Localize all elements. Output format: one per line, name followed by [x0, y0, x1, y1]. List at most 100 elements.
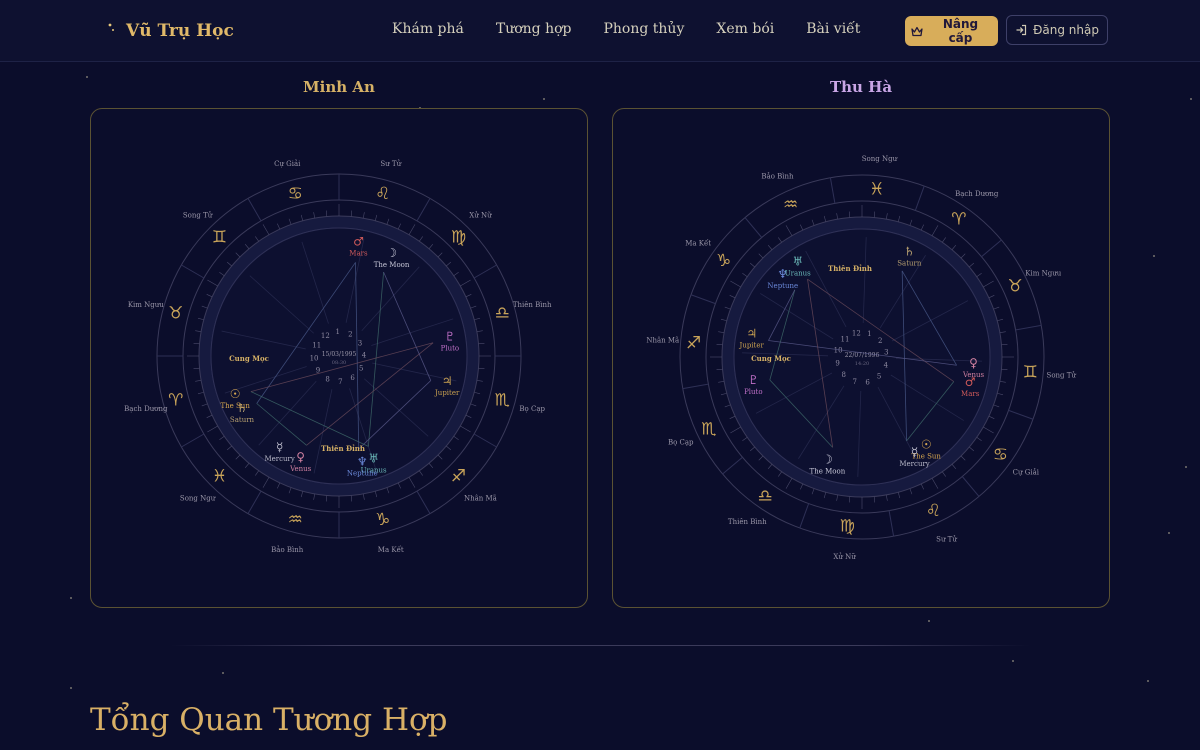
leo-icon: ♌ [926, 501, 941, 521]
degree-tick [419, 470, 423, 476]
degree-tick [811, 488, 815, 495]
aries-icon: ♈ [951, 210, 966, 230]
sign-name: Sư Tử [380, 159, 401, 168]
degree-tick [729, 415, 736, 419]
degree-tick [207, 279, 218, 287]
upgrade-label: Nâng cấp [942, 17, 979, 45]
house-number: 2 [348, 331, 352, 339]
degree-tick [193, 342, 200, 345]
degree-tick [988, 295, 995, 299]
planet-glyph[interactable]: ☉ [921, 438, 932, 452]
planet-glyph[interactable]: ☽ [386, 246, 397, 260]
degree-tick [453, 272, 459, 276]
sign-divider [1008, 409, 1034, 420]
degree-tick [219, 436, 225, 440]
nav-explore[interactable]: Khám phá [392, 21, 464, 37]
degree-tick [931, 478, 939, 489]
degree-tick [386, 218, 390, 225]
planet-glyph[interactable]: ☉ [230, 387, 241, 401]
house-number: 2 [878, 337, 882, 345]
degree-tick [244, 463, 250, 469]
degree-tick [386, 487, 390, 494]
birth-time: 14:20 [855, 361, 869, 367]
nav-compatibility[interactable]: Tương hợp [496, 21, 572, 37]
house-number: 6 [865, 378, 870, 386]
planet-glyph[interactable]: ♇ [445, 329, 456, 343]
degree-tick [288, 218, 292, 225]
planet-glyph[interactable]: ♃ [746, 327, 757, 341]
degree-tick [988, 415, 995, 419]
degree-tick [886, 494, 888, 501]
degree-tick [207, 425, 218, 433]
degree-tick [476, 380, 483, 382]
planet-glyph[interactable]: ☽ [822, 453, 833, 467]
nav-fortune[interactable]: Xem bói [716, 21, 774, 37]
planet-glyph[interactable]: ♀ [296, 450, 305, 464]
degree-tick [408, 224, 416, 235]
planet-glyph[interactable]: ♅ [368, 452, 379, 466]
natal-chart-card-a: ♋ Cự Giải ♌ Sư Tử ♍ Xử Nữ ♎ Thiên Bình ♏ Bọ Cạp ♐ N… [90, 108, 588, 608]
sign-divider [744, 217, 763, 238]
main-nav: Khám phá Tương hợp Phong thủy Xem bói Bà… [392, 21, 860, 37]
taurus-icon: ♉ [168, 303, 183, 323]
degree-tick [897, 215, 901, 222]
degree-tick [363, 212, 365, 219]
planet-name: Jupiter [434, 389, 460, 397]
degree-tick [474, 391, 481, 395]
sign-divider [247, 490, 262, 514]
planet-glyph[interactable]: ♅ [792, 254, 803, 268]
upgrade-button[interactable]: Nâng cấp [905, 16, 998, 46]
planet-glyph[interactable]: ♄ [904, 244, 915, 258]
degree-tick [969, 446, 975, 452]
planet-glyph[interactable]: ♃ [442, 374, 453, 388]
sign-divider [888, 510, 895, 537]
crown-icon [911, 26, 923, 36]
ascendant-label: Cung Mọc [751, 354, 791, 363]
sign-divider [981, 239, 1002, 258]
degree-tick [206, 294, 213, 298]
cancer-icon: ♋ [993, 445, 1008, 465]
planet-glyph[interactable]: ☿ [911, 445, 918, 459]
cancer-icon: ♋ [288, 184, 303, 204]
planet-name: Pluto [441, 344, 459, 352]
planet-glyph[interactable]: ♂ [353, 235, 364, 249]
planet-name: Saturn [897, 259, 922, 267]
capricorn-icon: ♑ [716, 251, 731, 271]
degree-tick [836, 213, 838, 220]
degree-tick [226, 261, 232, 267]
planet-glyph[interactable]: ♇ [748, 373, 759, 387]
planet-glyph[interactable]: ♆ [357, 455, 368, 469]
planet-glyph[interactable]: ♂ [965, 375, 976, 389]
login-button[interactable]: Đăng nhập [1006, 15, 1108, 45]
degree-tick [999, 331, 1006, 333]
planet-name: Mercury [264, 455, 294, 463]
house-number: 4 [884, 361, 889, 369]
nav-fengshui[interactable]: Phong thủy [604, 21, 685, 37]
sign-name: Cự Giải [1013, 468, 1040, 477]
sign-name: Bạch Dương [124, 405, 168, 413]
degree-tick [470, 305, 477, 309]
degree-tick [993, 404, 1000, 408]
gemini-icon: ♊ [212, 227, 227, 247]
sign-name: Ma Kết [378, 545, 404, 554]
planet-glyph[interactable]: ♀ [969, 356, 978, 370]
degree-tick [976, 273, 982, 277]
sign-name: Kim Ngưu [1025, 269, 1061, 277]
degree-tick [374, 214, 378, 221]
degree-tick [873, 211, 876, 218]
degree-tick [785, 225, 793, 236]
degree-tick [976, 437, 982, 441]
planet-glyph[interactable]: ☿ [276, 440, 283, 454]
aquarius-icon: ♒ [783, 195, 798, 215]
sign-name: Nhân Mã [646, 337, 679, 345]
degree-tick [1001, 368, 1008, 371]
house-number: 3 [884, 348, 888, 356]
degree-tick [942, 237, 946, 243]
brand-logo[interactable]: Vũ Trụ Học [92, 16, 234, 46]
nav-articles[interactable]: Bài viết [806, 21, 860, 37]
degree-tick [460, 279, 471, 287]
degree-tick [206, 414, 213, 418]
degree-tick [195, 330, 202, 332]
planet-name: Neptune [767, 282, 798, 290]
degree-tick [313, 212, 315, 219]
